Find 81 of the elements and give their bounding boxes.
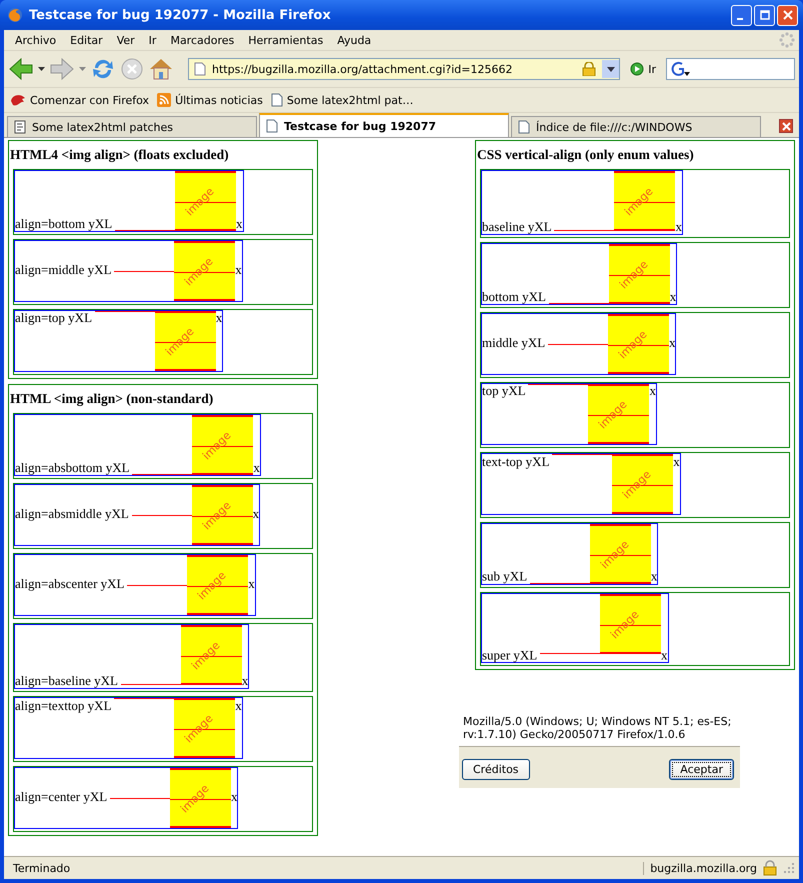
panel-heading: CSS vertical-align (only enum values) <box>477 147 695 163</box>
dialog-button[interactable]: Créditos <box>462 759 530 780</box>
end-marker: x <box>235 698 242 713</box>
browser-tab[interactable]: Índice de file:///c:/WINDOWS <box>511 116 761 137</box>
document-icon <box>14 120 26 134</box>
end-marker: x <box>216 310 222 325</box>
go-button[interactable]: Ir <box>624 62 662 76</box>
resize-grip-icon[interactable] <box>783 862 795 874</box>
menu-item[interactable]: Archivo <box>8 34 64 46</box>
page-icon <box>270 93 283 107</box>
test-label: align=bottom yXL <box>15 216 112 231</box>
dropdown-arrow-icon[interactable] <box>38 67 45 71</box>
end-marker: x <box>670 289 676 304</box>
menu-item[interactable]: Ir <box>142 34 164 46</box>
end-marker: x <box>235 262 242 277</box>
test-label: baseline yXL <box>482 219 552 234</box>
end-marker: x <box>675 219 682 234</box>
test-label: bottom yXL <box>482 289 546 304</box>
menu-item[interactable]: Editar <box>63 34 110 46</box>
dragon-icon <box>10 93 26 107</box>
end-marker: x <box>673 454 680 469</box>
test-label: align=absbottom yXL <box>15 460 130 475</box>
test-label: align=absmiddle yXL <box>15 506 128 521</box>
window-title: Testcase for bug 192077 - Mozilla Firefox <box>29 8 332 22</box>
minimize-button[interactable] <box>731 4 752 26</box>
test-label: align=middle yXL <box>15 262 112 277</box>
feed-icon <box>157 93 172 107</box>
close-button[interactable] <box>777 4 798 26</box>
end-marker: x <box>242 673 248 688</box>
browser-tab[interactable]: Testcase for bug 192077 <box>259 113 509 137</box>
browser-tab[interactable]: Some latex2html patches <box>7 116 257 137</box>
status-host: bugzilla.mozilla.org <box>643 862 757 874</box>
end-marker: x <box>253 460 260 475</box>
firefox-logo-icon <box>7 7 23 23</box>
close-icon <box>782 122 790 130</box>
close-tab-button[interactable] <box>779 119 793 133</box>
padlock-icon <box>582 62 596 76</box>
end-marker: x <box>248 576 255 591</box>
test-label: align=center yXL <box>15 788 107 804</box>
search-engine-icon[interactable] <box>670 61 692 77</box>
home-icon[interactable] <box>148 57 174 81</box>
back-arrow-icon[interactable] <box>8 57 34 81</box>
dialog-button[interactable]: Aceptar <box>669 759 734 780</box>
status-text: Terminado <box>12 862 72 874</box>
panel-heading: HTML <img align> (non-standard) <box>10 391 214 407</box>
menu-item[interactable]: Ayuda <box>330 34 378 46</box>
menu-item[interactable]: Marcadores <box>163 34 242 46</box>
test-label: align=abscenter yXL <box>15 576 124 591</box>
play-icon <box>630 62 644 76</box>
throbber-icon <box>779 32 795 48</box>
url-field[interactable]: https://bugzilla.mozilla.org/attachment.cgi?id=125662 <box>188 58 620 80</box>
test-label: super yXL <box>482 647 537 662</box>
end-marker: x <box>661 647 668 662</box>
test-label: top yXL <box>482 383 526 398</box>
user-agent-text: Mozilla/5.0 (Windows; U; Windows NT 5.1; es-ES; rv:1.7.10) Gecko/20050717 Firefox/1.0.6 <box>463 715 732 742</box>
test-label: middle yXL <box>482 334 545 350</box>
close-icon <box>782 10 792 20</box>
padlock-icon <box>763 860 777 876</box>
test-label: align=top yXL <box>15 310 92 325</box>
menu-item[interactable]: Ver <box>110 34 142 46</box>
dropdown-arrow-icon <box>606 66 615 72</box>
test-label: align=baseline yXL <box>15 673 118 688</box>
test-label: align=texttop yXL <box>15 698 112 713</box>
bookmark-item[interactable]: Comenzar con Firefox <box>10 93 150 107</box>
maximize-button[interactable] <box>754 4 775 26</box>
page-icon <box>266 119 278 133</box>
page-icon <box>194 62 206 76</box>
page-icon <box>518 120 530 134</box>
test-label: sub yXL <box>482 568 527 584</box>
end-marker: x <box>649 383 656 398</box>
panel-heading: HTML4 <img align> (floats excluded) <box>10 147 230 163</box>
test-label: text-top yXL <box>482 454 550 469</box>
menu-item[interactable]: Herramientas <box>241 34 330 46</box>
url-dropdown-button[interactable] <box>602 60 620 78</box>
maximize-icon <box>760 10 770 20</box>
end-marker: x <box>252 506 260 521</box>
bookmark-item[interactable]: Some latex2html pat… <box>270 93 414 107</box>
search-field[interactable] <box>666 58 795 80</box>
end-marker: x <box>236 216 243 231</box>
minimize-icon <box>737 18 743 20</box>
bookmark-item[interactable]: Últimas noticias <box>157 93 263 107</box>
